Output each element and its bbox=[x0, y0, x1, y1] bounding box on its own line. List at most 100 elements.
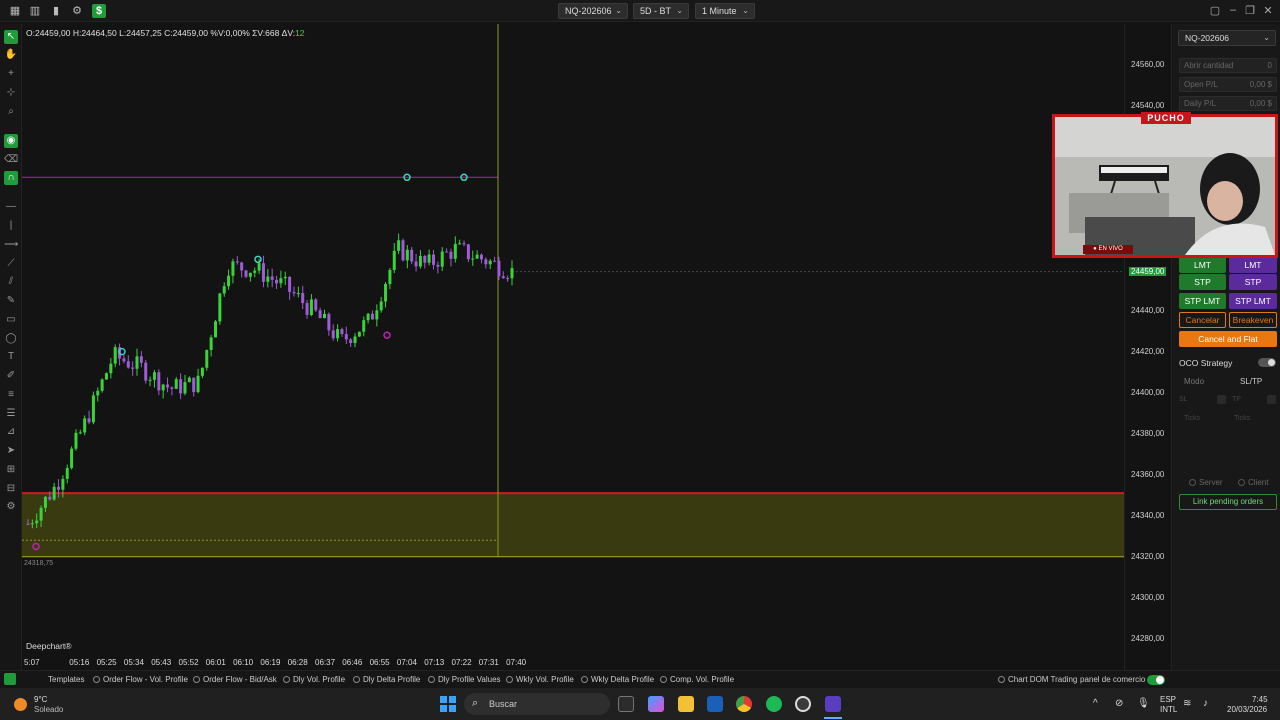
weather-icon[interactable] bbox=[14, 698, 27, 711]
template-radio[interactable]: Wkly Vol. Profile bbox=[506, 675, 574, 684]
windows-start-icon[interactable] bbox=[440, 696, 456, 712]
candle-body bbox=[440, 251, 444, 267]
list-icon[interactable]: ☰ bbox=[4, 407, 18, 421]
template-radio[interactable]: Comp. Vol. Profile bbox=[660, 675, 734, 684]
price-chart[interactable]: O:24459,00 H:24464,50 L:24457,25 C:24459… bbox=[22, 24, 1124, 670]
candle-body bbox=[57, 486, 61, 490]
store-icon[interactable] bbox=[707, 696, 723, 712]
ruler-icon[interactable]: ⊞ bbox=[4, 463, 18, 477]
template-radio[interactable]: Dly Vol. Profile bbox=[283, 675, 345, 684]
trading-panel-toggle[interactable] bbox=[1147, 675, 1165, 685]
clock-date[interactable]: 20/03/2026 bbox=[1227, 705, 1267, 714]
oco-toggle[interactable] bbox=[1258, 358, 1276, 367]
open-qty-field[interactable]: Abrir cantidad 0 bbox=[1179, 58, 1277, 73]
client-radio[interactable]: Client bbox=[1238, 478, 1268, 487]
close-icon[interactable]: ✕ bbox=[1261, 4, 1275, 17]
cancel-button[interactable]: Cancelar bbox=[1179, 312, 1226, 328]
ellipse-icon[interactable]: ◯ bbox=[4, 332, 18, 346]
network-off-icon[interactable]: ⊘ bbox=[1115, 698, 1123, 709]
channel-icon[interactable]: ⫽ bbox=[4, 275, 18, 289]
keyboard-layout[interactable]: INTL bbox=[1160, 705, 1177, 714]
cancel-and-flat-button[interactable]: Cancel and Flat bbox=[1179, 331, 1277, 347]
crosshair-icon[interactable]: + bbox=[4, 67, 18, 81]
settings-icon[interactable]: ⚙ bbox=[4, 500, 18, 514]
template-radio[interactable]: Dly Delta Profile bbox=[353, 675, 420, 684]
template-radio[interactable]: Dly Profile Values bbox=[428, 675, 501, 684]
hand-icon[interactable]: ✋ bbox=[4, 48, 18, 62]
chrome-icon[interactable] bbox=[736, 696, 752, 712]
pen-icon[interactable]: ✐ bbox=[4, 369, 18, 383]
rectangle-icon[interactable]: ▭ bbox=[4, 313, 18, 327]
bar-chart-icon[interactable]: ▮ bbox=[49, 4, 63, 18]
candle-body bbox=[266, 276, 270, 282]
demand-zone[interactable] bbox=[22, 493, 1124, 557]
magnet-icon[interactable]: ∩ bbox=[4, 171, 18, 185]
eraser-icon[interactable]: ⌫ bbox=[4, 153, 18, 167]
weather-desc: Soleado bbox=[34, 705, 64, 714]
arrow-marker-icon[interactable]: ➤ bbox=[4, 444, 18, 458]
layout-icon[interactable]: ▥ bbox=[28, 4, 42, 18]
spotify-icon[interactable] bbox=[766, 696, 782, 712]
long-position-icon[interactable]: ⊿ bbox=[4, 425, 18, 439]
expand-icon[interactable] bbox=[4, 673, 16, 685]
sell-stp-lmt-button[interactable]: STP LMT bbox=[1229, 293, 1277, 309]
server-radio[interactable]: Server bbox=[1189, 478, 1223, 487]
sl-ticks-field[interactable]: Ticks bbox=[1184, 415, 1200, 422]
task-view-icon[interactable] bbox=[618, 696, 634, 712]
signal-marker[interactable] bbox=[383, 331, 391, 339]
lock-icon[interactable]: ⊟ bbox=[4, 482, 18, 496]
panel-toggle-icon[interactable]: ▢ bbox=[1208, 4, 1222, 17]
zoom-icon[interactable]: ⌕ bbox=[4, 105, 18, 119]
restore-icon[interactable]: ❐ bbox=[1243, 4, 1257, 17]
mode-select[interactable]: SL/TP bbox=[1240, 377, 1262, 386]
templates-button[interactable]: Templates bbox=[48, 675, 84, 684]
fib-icon[interactable]: ≡ bbox=[4, 388, 18, 402]
copilot-icon[interactable] bbox=[648, 696, 664, 712]
cursor-icon[interactable]: ↖ bbox=[4, 30, 18, 44]
settings-icon[interactable]: ⚙ bbox=[70, 4, 84, 18]
brush-icon[interactable]: ✎ bbox=[4, 294, 18, 308]
hline-icon[interactable]: — bbox=[4, 200, 18, 214]
breakeven-button[interactable]: Breakeven bbox=[1229, 312, 1277, 328]
template-radio[interactable]: Order Flow - Bid/Ask bbox=[193, 675, 277, 684]
obs-icon[interactable] bbox=[795, 696, 811, 712]
signal-marker[interactable] bbox=[254, 255, 262, 264]
volume-icon[interactable]: ♪ bbox=[1203, 698, 1208, 709]
minimize-icon[interactable]: – bbox=[1226, 4, 1240, 16]
measure-icon[interactable]: ⊹ bbox=[4, 86, 18, 100]
period-select[interactable]: 5D - BT ⌄ bbox=[633, 3, 689, 19]
chart-dom-trading-toggle[interactable]: Chart DOM Trading bbox=[998, 675, 1077, 684]
clock-time[interactable]: 7:45 bbox=[1252, 695, 1268, 704]
vline-icon[interactable]: | bbox=[4, 219, 18, 233]
instrument-select[interactable]: NQ-202606 ⌄ bbox=[1178, 30, 1276, 46]
eye-icon[interactable]: ◉ bbox=[4, 134, 18, 148]
buy-lmt-button[interactable]: LMT bbox=[1179, 257, 1226, 273]
language-code[interactable]: ESP bbox=[1160, 695, 1176, 704]
symbol-select[interactable]: NQ-202606 ⌄ bbox=[558, 3, 628, 19]
dollar-icon[interactable]: $ bbox=[92, 4, 106, 18]
chevron-up-icon[interactable]: ^ bbox=[1093, 698, 1098, 709]
sl-checkbox[interactable] bbox=[1217, 395, 1226, 404]
tp-checkbox[interactable] bbox=[1267, 395, 1276, 404]
chart-canvas[interactable] bbox=[22, 24, 1124, 670]
sell-lmt-button[interactable]: LMT bbox=[1229, 257, 1277, 273]
template-radio[interactable]: Order Flow - Vol. Profile bbox=[93, 675, 188, 684]
wifi-icon[interactable]: ≋ bbox=[1183, 698, 1191, 709]
buy-stp-button[interactable]: STP bbox=[1179, 274, 1226, 290]
interval-select[interactable]: 1 Minute ⌄ bbox=[695, 3, 755, 19]
sell-stp-button[interactable]: STP bbox=[1229, 274, 1277, 290]
candle-body bbox=[104, 373, 108, 380]
ray-icon[interactable]: ⟶ bbox=[4, 238, 18, 252]
microphone-icon[interactable]: 🎙 bbox=[1137, 698, 1150, 709]
file-explorer-icon[interactable] bbox=[678, 696, 694, 712]
buy-stp-lmt-button[interactable]: STP LMT bbox=[1179, 293, 1226, 309]
grid-icon[interactable]: ▦ bbox=[8, 4, 22, 18]
trendline-icon[interactable]: ⟋ bbox=[4, 257, 18, 271]
deepchart-icon[interactable] bbox=[825, 696, 841, 712]
template-radio[interactable]: Wkly Delta Profile bbox=[581, 675, 654, 684]
text-icon[interactable]: T bbox=[4, 350, 18, 364]
ohlc-vol-pct: %V:0,00% bbox=[210, 28, 250, 38]
tp-ticks-field[interactable]: Ticks bbox=[1234, 415, 1250, 422]
taskbar-search[interactable]: ⌕ Buscar bbox=[464, 693, 610, 715]
link-pending-orders-button[interactable]: Link pending orders bbox=[1179, 494, 1277, 510]
